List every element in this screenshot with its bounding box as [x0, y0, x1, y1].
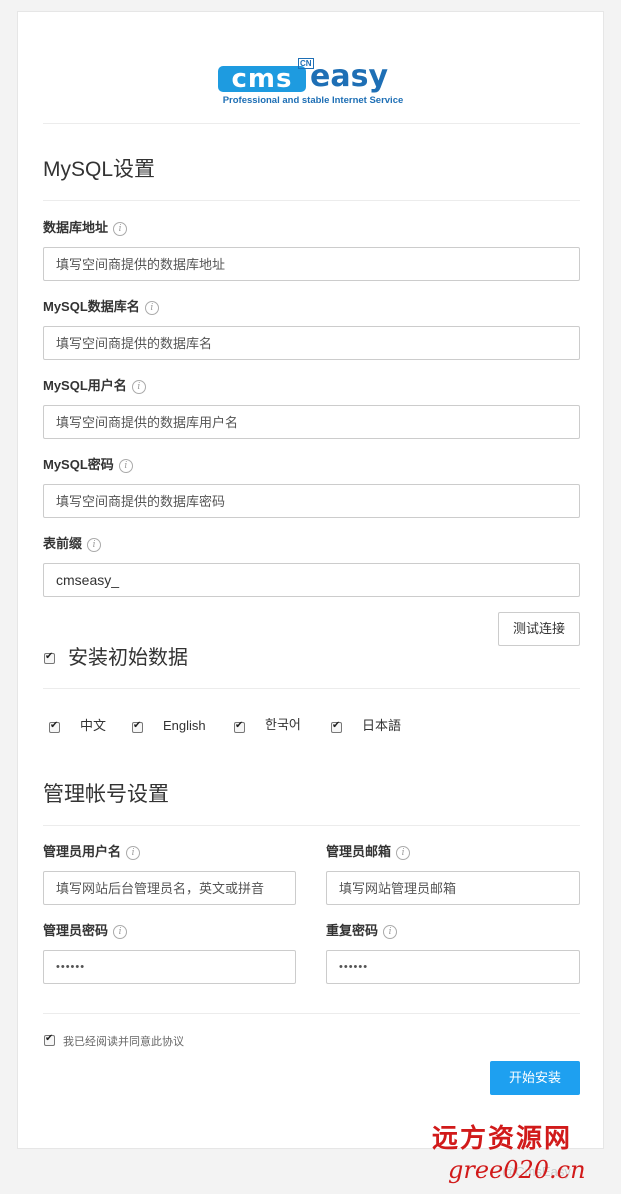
- install-card: cms CN easy Professional and stable Inte…: [17, 11, 604, 1149]
- lang-checkbox-en[interactable]: [132, 720, 143, 733]
- info-icon[interactable]: i: [126, 846, 141, 860]
- mysql-section-title: MySQL设置: [43, 158, 156, 181]
- lang-label-ko: 한국어: [265, 717, 301, 732]
- db-host-input[interactable]: [43, 247, 580, 281]
- agreement-label[interactable]: 我已经阅读并同意此协议: [63, 1035, 184, 1049]
- info-icon[interactable]: i: [396, 846, 411, 860]
- admin-username-input[interactable]: [43, 871, 296, 905]
- table-prefix-input[interactable]: [43, 563, 580, 597]
- init-data-label: 安装初始数据: [68, 647, 188, 669]
- info-icon[interactable]: i: [87, 538, 102, 552]
- admin-username-label: 管理员用户名 i: [43, 843, 141, 861]
- divider: [43, 1013, 580, 1014]
- divider: [43, 123, 580, 124]
- db-user-label: MySQL用户名 i: [43, 377, 146, 395]
- watermark-url: gree020.cn: [448, 1156, 586, 1184]
- info-icon[interactable]: i: [144, 301, 159, 315]
- lang-label-en: English: [163, 718, 206, 733]
- divider: [43, 825, 580, 826]
- lang-label-zh: 中文: [80, 718, 107, 733]
- info-icon[interactable]: i: [383, 925, 398, 939]
- db-user-input[interactable]: [43, 405, 580, 439]
- admin-password-label: 管理员密码 i: [43, 922, 128, 940]
- repeat-password-input[interactable]: ••••••: [326, 950, 580, 984]
- admin-password-input[interactable]: ••••••: [43, 950, 296, 984]
- lang-checkbox-ja[interactable]: [331, 720, 342, 733]
- lang-checkbox-ko[interactable]: [234, 720, 245, 733]
- admin-section-title: 管理帐号设置: [43, 783, 169, 806]
- admin-email-input[interactable]: [326, 871, 580, 905]
- db-host-label: 数据库地址 i: [43, 219, 128, 237]
- divider: [43, 200, 580, 201]
- init-data-checkbox[interactable]: [44, 651, 55, 664]
- divider: [43, 688, 580, 689]
- info-icon[interactable]: i: [113, 222, 128, 236]
- info-icon[interactable]: i: [113, 925, 128, 939]
- logo-mark: cms: [218, 66, 306, 92]
- agreement-checkbox[interactable]: [44, 1033, 55, 1046]
- start-install-button[interactable]: 开始安装: [490, 1061, 580, 1095]
- lang-checkbox-zh[interactable]: [49, 720, 60, 733]
- db-name-input[interactable]: [43, 326, 580, 360]
- db-password-input[interactable]: [43, 484, 580, 518]
- admin-email-label: 管理员邮箱 i: [326, 843, 411, 861]
- lang-label-ja: 日本語: [362, 718, 402, 733]
- db-password-label: MySQL密码 i: [43, 456, 133, 474]
- info-icon[interactable]: i: [118, 459, 133, 473]
- repeat-password-label: 重复密码 i: [326, 922, 398, 940]
- table-prefix-label: 表前缀 i: [43, 535, 102, 553]
- info-icon[interactable]: i: [131, 380, 146, 394]
- cmseasy-logo: cms CN easy Professional and stable Inte…: [218, 58, 408, 112]
- logo-suffix: easy: [310, 59, 389, 94]
- test-connection-button[interactable]: 测试连接: [498, 612, 580, 646]
- db-name-label: MySQL数据库名 i: [43, 298, 159, 316]
- logo-tagline: Professional and stable Internet Service: [222, 95, 404, 106]
- watermark-site-name: 远方资源网: [432, 1124, 573, 1154]
